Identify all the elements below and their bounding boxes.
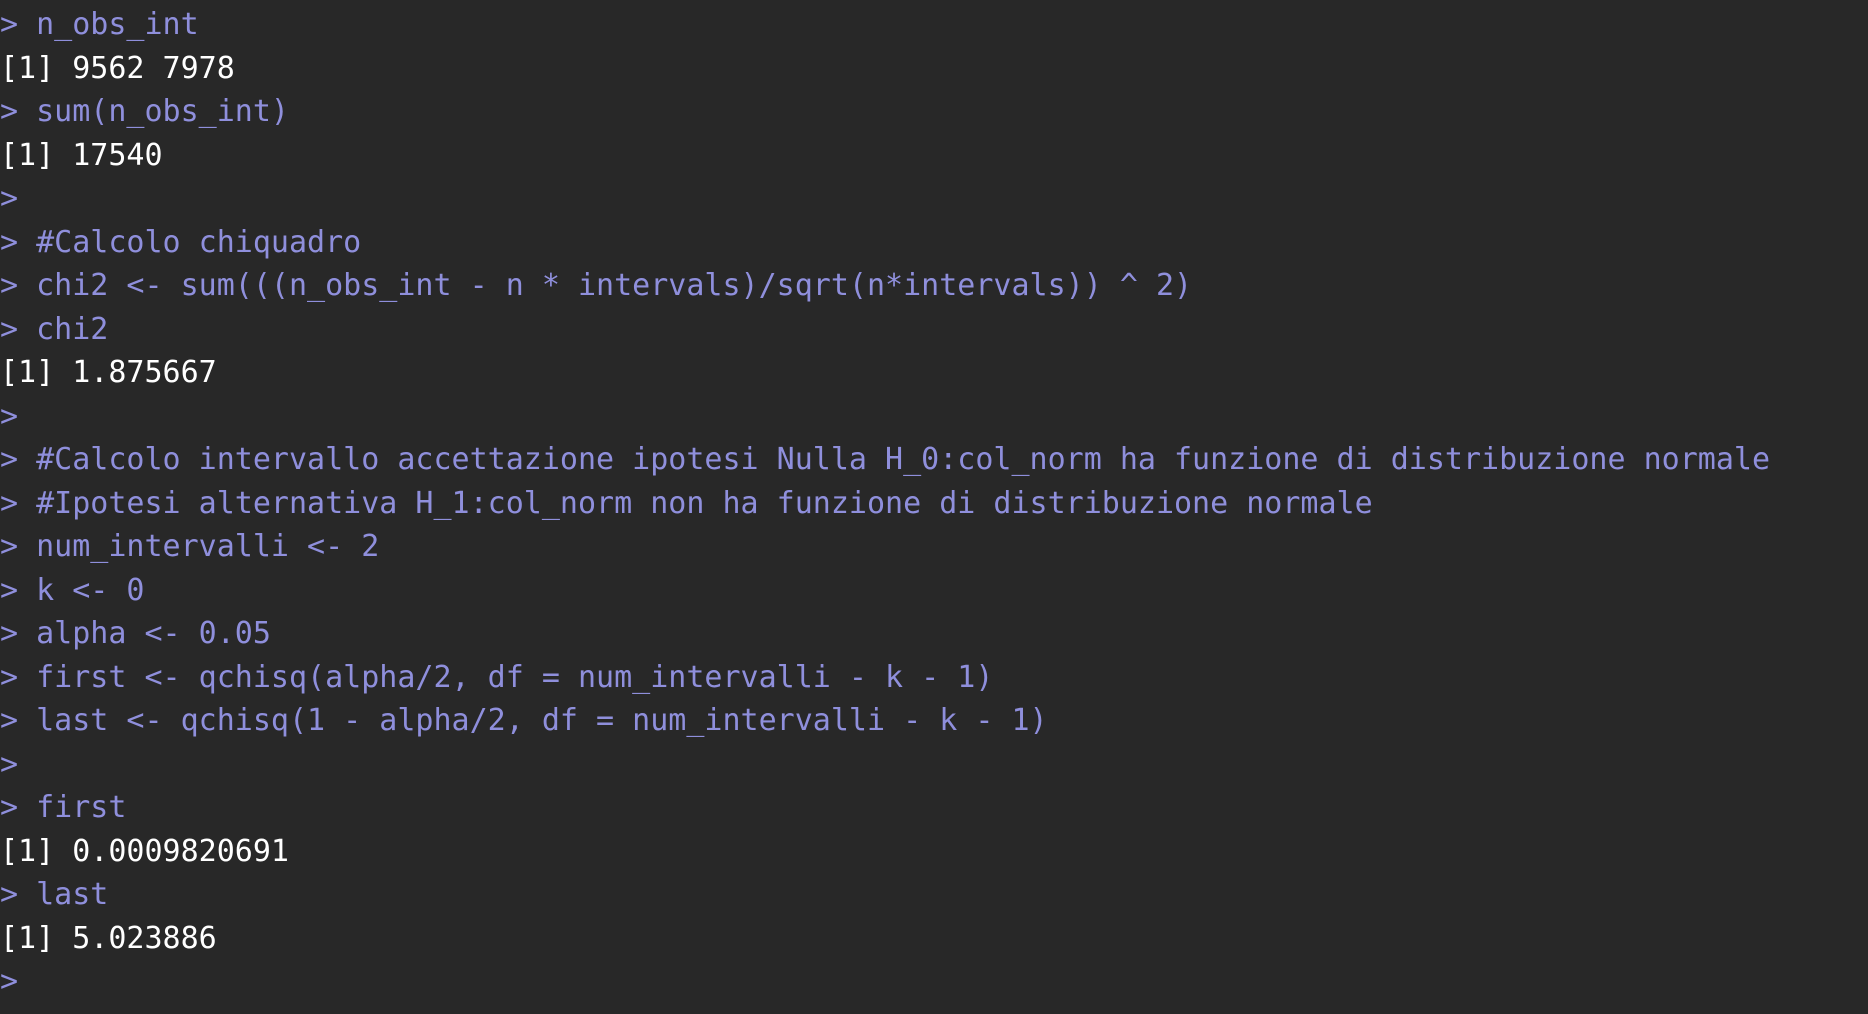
r-console[interactable]: > n_obs_int [1] 9562 7978 > sum(n_obs_in…	[0, 0, 1868, 1014]
console-input-line: > num_intervalli <- 2	[0, 529, 380, 564]
console-output-line: [1] 5.023886	[0, 920, 217, 956]
console-input-line: > n_obs_int	[0, 7, 199, 42]
console-comment-line: > #Calcolo intervallo accettazione ipote…	[0, 442, 1771, 477]
console-output-line: [1] 0.0009820691	[0, 833, 289, 869]
console-comment-line: > #Calcolo chiquadro	[0, 224, 362, 260]
console-input-line: >	[0, 181, 19, 216]
console-prompt-line[interactable]: >	[0, 960, 1868, 1004]
console-input-line: > sum(n_obs_int)	[0, 94, 289, 129]
console-input-line: > first <- qchisq(alpha/2, df = num_inte…	[0, 659, 994, 695]
console-output-line: [1] 1.875667	[0, 355, 217, 390]
console-input-line: > first	[0, 790, 127, 825]
console-input-line: >	[0, 398, 19, 434]
console-input-line: > chi2	[0, 311, 109, 347]
console-input-line: > k <- 0	[0, 572, 145, 608]
console-output-line: [1] 9562 7978	[0, 50, 235, 86]
console-input-line: >	[0, 746, 19, 782]
console-input-line: > last <- qchisq(1 - alpha/2, df = num_i…	[0, 703, 1048, 738]
console-comment-line: > #Ipotesi alternativa H_1:col_norm non …	[0, 485, 1373, 521]
console-output-line: [1] 17540	[0, 137, 163, 173]
console-input-line: > alpha <- 0.05	[0, 616, 271, 651]
console-input-line: > chi2 <- sum(((n_obs_int - n * interval…	[0, 268, 1193, 303]
console-input-line: > last	[0, 877, 109, 912]
